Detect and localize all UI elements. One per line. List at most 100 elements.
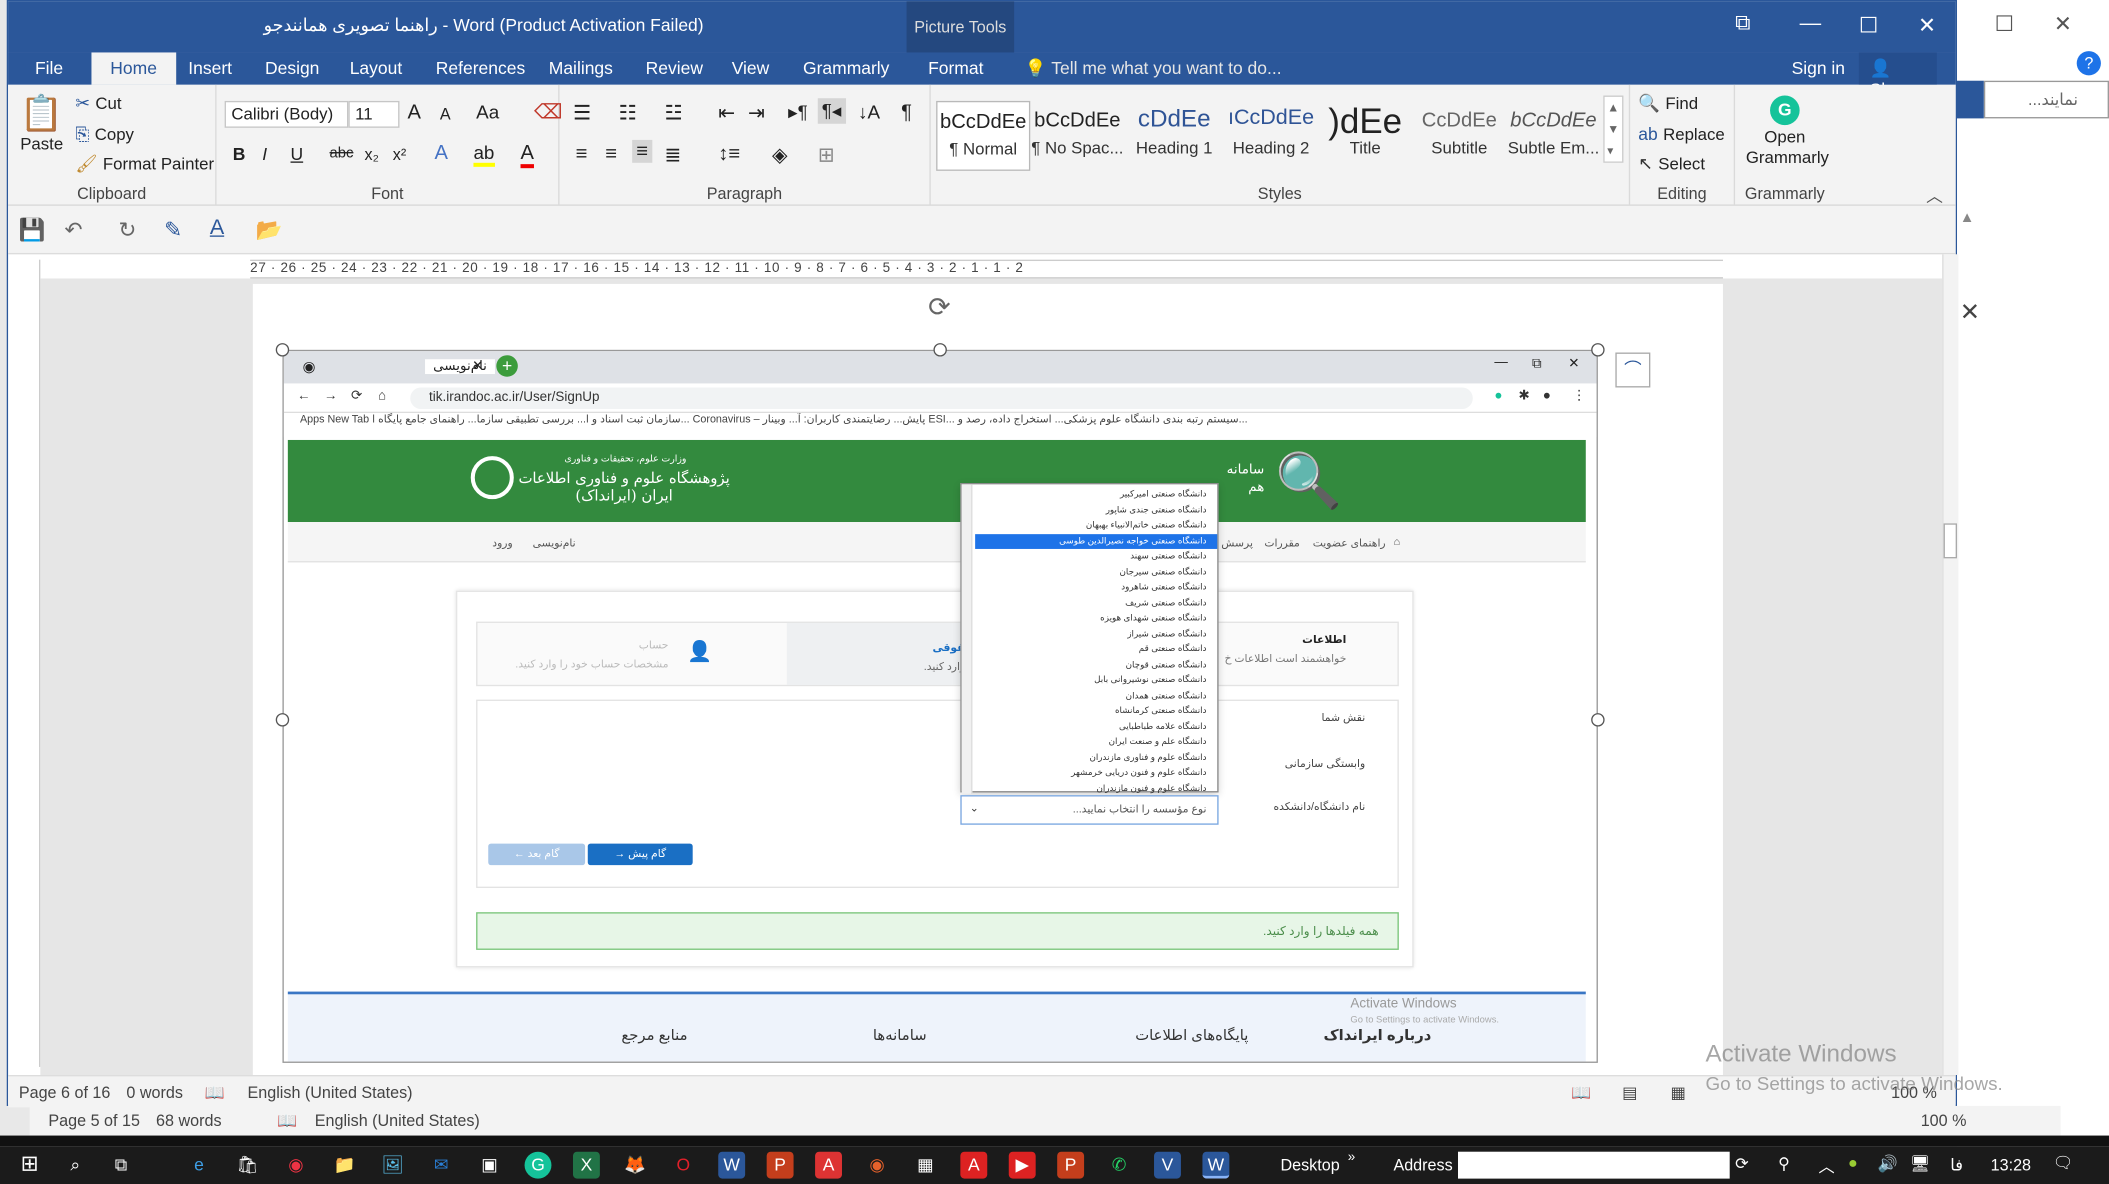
open-grammarly-button[interactable]: G Open Grammarly xyxy=(1746,95,1829,169)
style-subtitle[interactable]: CcDdEe Subtitle xyxy=(1412,101,1506,171)
footer-about[interactable]: درباره ایرانداک xyxy=(1323,1027,1431,1044)
vertical-scrollbar[interactable] xyxy=(1942,254,1959,1076)
share-button[interactable]: 👤 Share xyxy=(1858,52,1937,100)
tab-mailings[interactable]: Mailings xyxy=(549,58,613,78)
maximize-icon[interactable]: ☐ xyxy=(1995,11,2014,38)
page-count[interactable]: Page 6 of 16 xyxy=(19,1083,111,1102)
collapse-ribbon-icon[interactable]: ︿ xyxy=(1926,182,1943,208)
volume-icon[interactable]: 🔊 xyxy=(1878,1154,1898,1173)
dropdown-scrollbar[interactable] xyxy=(961,484,973,794)
copy-button[interactable]: ⎘ Copy xyxy=(75,124,134,146)
subscript-button[interactable]: x₂ xyxy=(365,145,379,164)
powerpoint-icon[interactable]: P xyxy=(766,1151,794,1179)
nav-home-icon[interactable]: ⌂ xyxy=(1393,535,1400,547)
forward-icon[interactable]: → xyxy=(324,389,337,404)
shrink-font-button[interactable]: A xyxy=(440,105,451,124)
media-icon[interactable]: ◉ xyxy=(864,1152,891,1179)
dropdown-option[interactable]: دانشگاه علوم و فنون دریایی خرمشهر xyxy=(975,766,1217,781)
network-icon[interactable]: 🖥 xyxy=(1910,1154,1930,1173)
tab-home[interactable]: Home xyxy=(91,52,176,85)
close-icon[interactable]: ✕ xyxy=(1918,12,1936,39)
prev-step-button[interactable]: ← گام بعد xyxy=(488,843,586,866)
nav-login[interactable]: ورود xyxy=(492,537,512,549)
new-tab-icon[interactable]: + xyxy=(496,355,518,377)
rtl-icon[interactable]: ¶◂ xyxy=(817,98,846,124)
format-painter-button[interactable]: 🖌 Format Painter xyxy=(75,153,214,175)
multilevel-list-icon[interactable]: ☳ xyxy=(664,101,682,125)
word-icon[interactable]: W xyxy=(718,1151,746,1179)
acrobat-icon[interactable]: A xyxy=(960,1151,988,1179)
app-icon[interactable]: ▣ xyxy=(476,1152,503,1179)
print-layout-icon[interactable]: ▤ xyxy=(1622,1083,1637,1102)
embedded-screenshot[interactable]: ◉ نام‌نویسی ✕ + — ⧉ ✕ ← → ⟳ ⌂ tik.irando… xyxy=(282,349,1598,1063)
scrollbar-thumb[interactable] xyxy=(1943,523,1958,559)
browser-tab[interactable]: نام‌نویسی xyxy=(425,359,495,375)
extension-icon[interactable]: ● xyxy=(1494,389,1502,404)
task-view-icon[interactable]: ⧉ xyxy=(108,1152,135,1179)
bullets-icon[interactable]: ☰ xyxy=(573,101,591,125)
align-left-icon[interactable]: ≡ xyxy=(576,143,588,166)
show-marks-icon[interactable]: ¶ xyxy=(901,101,912,124)
style-heading-1[interactable]: cDdEe Heading 1 xyxy=(1127,101,1221,171)
scroll-up-icon[interactable]: ▲ xyxy=(1960,210,1975,226)
address-toolbar-input[interactable] xyxy=(1458,1151,1730,1179)
browser-close-icon[interactable]: ✕ xyxy=(1568,357,1579,372)
dropdown-option[interactable]: دانشگاه صنعتی قم xyxy=(975,642,1217,657)
style-no-spacing[interactable]: bCcDdEe ¶ No Spac... xyxy=(1030,101,1124,171)
read-mode-icon[interactable]: 📖 xyxy=(1571,1083,1591,1102)
tab-review[interactable]: Review xyxy=(646,58,703,78)
tab-file[interactable]: File xyxy=(35,58,63,78)
redo-icon[interactable]: ↻ xyxy=(118,217,136,244)
font-size-combo[interactable]: 11 xyxy=(348,100,400,128)
grammarly-taskbar-icon[interactable]: G xyxy=(524,1151,552,1179)
strikethrough-button[interactable]: abc xyxy=(330,145,354,161)
clock[interactable]: 13:28 xyxy=(1991,1156,2031,1175)
dropdown-option[interactable]: دانشگاه علم و صنعت ایران xyxy=(975,735,1217,750)
word-count[interactable]: 0 words xyxy=(126,1083,183,1102)
dropdown-option[interactable]: دانشگاه صنعتی جندی شاپور xyxy=(975,503,1217,518)
dropdown-option[interactable]: دانشگاه صنعتی قوچان xyxy=(975,657,1217,672)
resize-handle[interactable] xyxy=(275,343,290,357)
align-right-icon[interactable]: ≡ xyxy=(632,139,653,163)
horizontal-ruler[interactable]: 27 · 26 · 25 · 24 · 23 · 22 · 21 · 20 · … xyxy=(250,259,1723,279)
go-icon[interactable]: ⟳ xyxy=(1735,1154,1749,1173)
footer-databases[interactable]: پایگاه‌های اطلاعات xyxy=(1135,1027,1248,1044)
tab-layout[interactable]: Layout xyxy=(350,58,403,78)
replace-button[interactable]: ab Replace xyxy=(1638,124,1725,144)
file-explorer-icon[interactable]: 📁 xyxy=(331,1152,358,1179)
back-icon[interactable]: ← xyxy=(297,389,310,404)
align-center-icon[interactable]: ≡ xyxy=(605,143,617,166)
toolbar-expand-icon[interactable]: » xyxy=(1348,1150,1355,1165)
dropdown-option[interactable]: دانشگاه صنعتی همدان xyxy=(975,688,1217,703)
edit-icon[interactable]: ✎ xyxy=(164,217,182,244)
pdf-icon[interactable]: P xyxy=(1057,1151,1085,1179)
visio-icon[interactable]: V xyxy=(1154,1151,1181,1179)
sort-icon[interactable]: ↓A xyxy=(858,101,880,123)
reload-icon[interactable]: ⟳ xyxy=(351,389,362,404)
styles-scroll-icon[interactable]: ▲ ▼ ▾ xyxy=(1603,95,1624,163)
borders-icon[interactable]: ⊞ xyxy=(818,143,835,167)
tray-expand-icon[interactable]: ︿ xyxy=(1818,1154,1834,1177)
mail-icon[interactable]: ✉ xyxy=(428,1152,455,1179)
photos-icon[interactable]: 🖼 xyxy=(379,1152,406,1179)
edge-icon[interactable]: e xyxy=(186,1152,213,1179)
input-language[interactable]: فا xyxy=(1950,1156,1963,1175)
people-icon[interactable]: ⚲ xyxy=(1778,1154,1790,1173)
shading-icon[interactable]: ◈ xyxy=(772,143,788,167)
text-effects-icon[interactable]: A xyxy=(434,141,447,164)
grow-font-button[interactable]: A xyxy=(408,101,421,124)
tab-references[interactable]: References xyxy=(436,58,525,78)
ribbon-display-icon[interactable]: ⧉ xyxy=(1735,12,1750,36)
style-heading-2[interactable]: ıCcDdEe Heading 2 xyxy=(1224,101,1318,171)
web-layout-icon[interactable]: ▦ xyxy=(1671,1083,1686,1102)
tab-insert[interactable]: Insert xyxy=(188,58,232,78)
tab-grammarly[interactable]: Grammarly xyxy=(803,58,889,78)
close-pane-icon[interactable]: ✕ xyxy=(1960,299,1980,327)
restore-icon[interactable]: ☐ xyxy=(1859,12,1878,39)
language-status[interactable]: English (United States) xyxy=(247,1083,412,1102)
select-button[interactable]: ↖ Select xyxy=(1638,153,1705,175)
url-input[interactable]: tik.irandoc.ac.ir/User/SignUp xyxy=(410,387,1473,410)
nav-questions[interactable]: پرسش xyxy=(1221,537,1253,549)
font-name-combo[interactable]: Calibri (Body) xyxy=(224,100,349,128)
footer-references[interactable]: منابع مرجع xyxy=(621,1027,687,1044)
